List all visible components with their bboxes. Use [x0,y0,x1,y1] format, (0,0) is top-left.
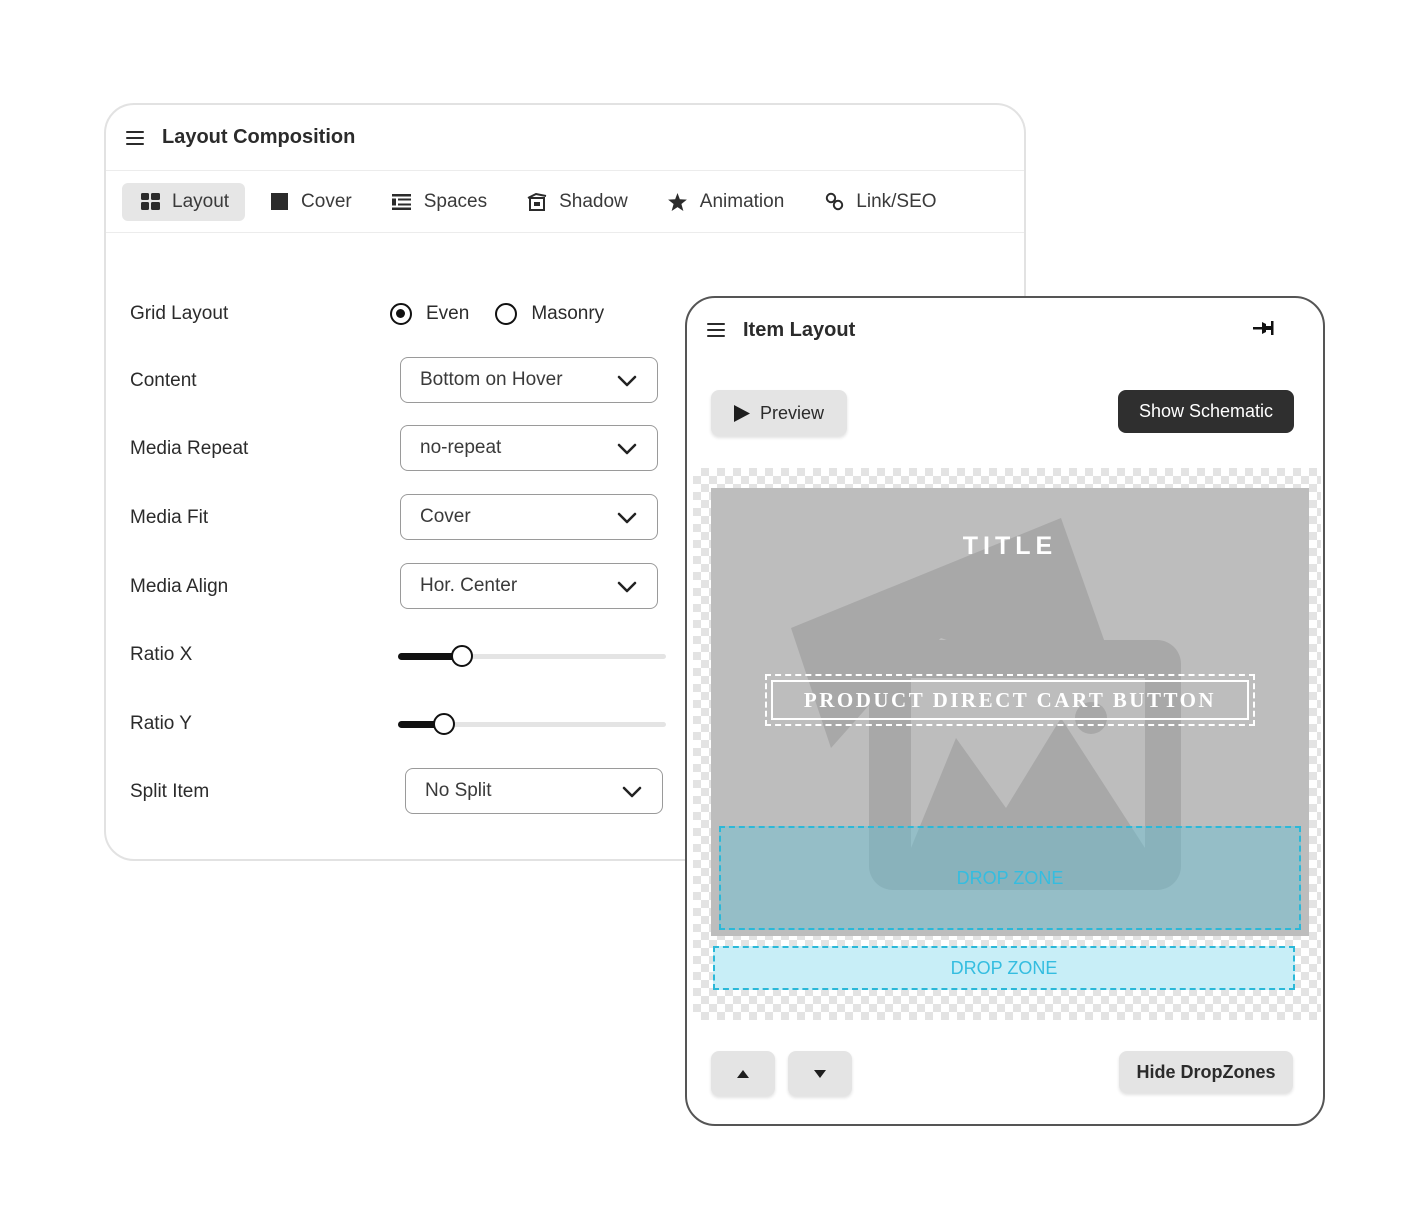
pin-icon[interactable] [1253,319,1275,337]
tab-label: Cover [301,190,352,212]
caret-up-icon [737,1069,749,1078]
media-fit-row: Media Fit [130,494,390,542]
product-cart-button[interactable]: PRODUCT DIRECT CART BUTTON [765,674,1255,726]
media-repeat-row: Media Repeat [130,425,390,473]
cart-button-label: PRODUCT DIRECT CART BUTTON [771,680,1249,720]
select-value: Cover [420,506,471,527]
panel-header: Layout Composition [106,105,1024,171]
select-value: Hor. Center [420,575,518,596]
content-row: Content [130,357,390,405]
tab-label: Spaces [423,190,488,212]
link-icon [824,192,844,212]
tab-cover[interactable]: Cover [251,183,368,221]
menu-icon[interactable] [707,323,725,337]
shadow-icon [527,192,547,212]
preview-button[interactable]: Preview [711,390,847,436]
radio-checked-icon [390,303,412,325]
square-icon [269,192,289,212]
item-title: TITLE [962,532,1058,560]
chevron-down-icon [617,443,637,455]
select-value: Bottom on Hover [420,369,563,390]
radio-even[interactable]: Even [390,303,469,325]
slider-thumb[interactable] [433,713,455,735]
tab-spaces[interactable]: Spaces [374,183,503,221]
radio-label: Even [426,303,470,324]
tab-label: Layout [172,190,230,212]
media-repeat-select[interactable]: no-repeat [400,425,658,471]
tab-label: Shadow [559,190,628,212]
panel-title: Layout Composition [162,126,356,148]
drop-zone-outer[interactable]: DROP ZONE [713,946,1295,990]
split-item-row: Split Item [130,768,390,816]
slider-thumb[interactable] [451,645,473,667]
hide-dropzones-button[interactable]: Hide DropZones [1119,1051,1293,1093]
item-layout-panel: Item Layout Preview Show Schematic TITLE… [685,296,1325,1126]
ratio-y-slider[interactable] [398,709,666,739]
tab-label: Animation [699,190,785,212]
chevron-down-icon [617,512,637,524]
media-align-row: Media Align [130,563,390,611]
move-down-button[interactable] [788,1051,852,1096]
ratio-x-row: Ratio X [130,631,390,679]
media-fit-label: Media Fit [130,507,209,528]
ratio-x-slider[interactable] [398,641,666,671]
ratio-y-row: Ratio Y [130,700,390,748]
tab-label: Link/SEO [856,190,937,212]
panel-title: Item Layout [743,318,856,341]
tab-layout[interactable]: Layout [122,182,246,221]
button-label: Preview [759,402,825,423]
caret-down-icon [814,1069,826,1078]
content-select[interactable]: Bottom on Hover [400,357,658,403]
play-icon [733,404,750,422]
menu-icon[interactable] [126,130,144,145]
ratio-x-label: Ratio X [130,644,193,665]
chevron-down-icon [622,786,642,798]
grid-layout-label: Grid Layout [130,303,229,324]
ratio-y-label: Ratio Y [130,713,192,734]
panel-header: Item Layout [707,316,855,344]
grid-layout-row: Grid Layout Even Masonry [130,290,630,338]
media-align-label: Media Align [130,576,229,597]
select-value: no-repeat [420,437,502,458]
chevron-down-icon [617,581,637,593]
tab-bar: Layout Cover Spaces Shadow Animation Lin… [106,171,1024,233]
item-preview-canvas: TITLE PRODUCT DIRECT CART BUTTON DROP ZO… [693,468,1321,1020]
item-media: TITLE PRODUCT DIRECT CART BUTTON DROP ZO… [711,488,1309,936]
radio-masonry[interactable]: Masonry [495,303,604,325]
move-up-button[interactable] [711,1051,775,1096]
split-item-select[interactable]: No Split [405,768,663,814]
show-schematic-button[interactable]: Show Schematic [1118,390,1294,433]
tab-link-seo[interactable]: Link/SEO [806,183,952,221]
radio-label: Masonry [531,303,605,324]
grid-icon [140,192,160,212]
content-label: Content [130,370,197,391]
media-align-select[interactable]: Hor. Center [400,563,658,609]
media-repeat-label: Media Repeat [130,438,249,459]
tab-shadow[interactable]: Shadow [509,183,644,221]
radio-unchecked-icon [495,303,518,325]
chevron-down-icon [617,375,637,387]
star-icon [668,192,688,212]
media-fit-select[interactable]: Cover [400,494,658,540]
drop-zone-inner[interactable]: DROP ZONE [719,826,1301,930]
select-value: No Split [425,780,492,801]
list-icon [392,192,412,212]
split-item-label: Split Item [130,781,210,802]
tab-animation[interactable]: Animation [650,183,801,221]
